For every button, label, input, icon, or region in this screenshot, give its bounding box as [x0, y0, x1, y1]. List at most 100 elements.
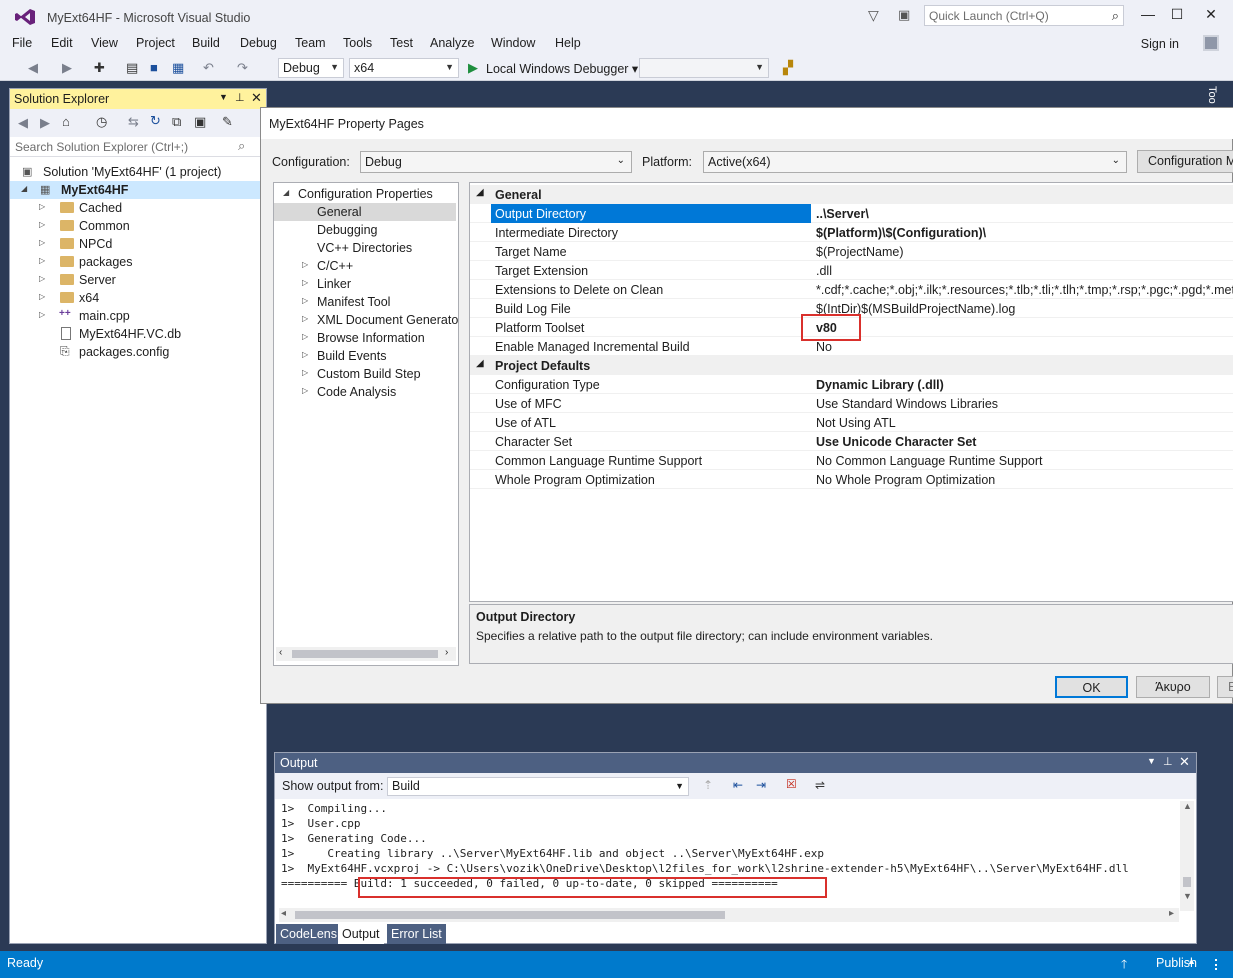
menu-debug[interactable]: Debug [240, 36, 277, 50]
filter-icon[interactable]: ▽ [868, 7, 879, 24]
configuration-manager-button[interactable]: Configuration Manager... [1137, 150, 1233, 173]
save-all-icon[interactable]: ▦ [172, 60, 184, 76]
minimize-button[interactable]: — [1134, 6, 1162, 26]
category-general[interactable]: ◢ General [470, 185, 1233, 204]
menu-view[interactable]: View [91, 36, 118, 50]
tree-item-general[interactable]: General [274, 203, 456, 221]
tree-item-browse-information[interactable]: ▷ Browse Information [274, 329, 458, 347]
prop-intermediate-directory[interactable]: Intermediate Directory $(Platform)\$(Con… [470, 223, 1233, 242]
feedback-icon[interactable]: ▣ [898, 7, 910, 23]
prop-whole-program-optimization[interactable]: Whole Program Optimization No Whole Prog… [470, 470, 1233, 489]
output-horizontal-scrollbar[interactable]: ◂ ▸ [279, 908, 1179, 922]
chevron-right-icon[interactable]: ▷ [302, 368, 308, 377]
chevron-right-icon[interactable]: ▷ [39, 256, 45, 265]
menu-project[interactable]: Project [136, 36, 175, 50]
tree-item-packages[interactable]: ▷ packages [10, 253, 266, 271]
avatar[interactable] [1203, 35, 1219, 51]
category-project-defaults[interactable]: ◢ Project Defaults [470, 356, 1233, 375]
tree-item-build-events[interactable]: ▷ Build Events [274, 347, 458, 365]
scroll-up-icon[interactable]: ▲ [1183, 801, 1192, 811]
chevron-right-icon[interactable]: ▷ [302, 278, 308, 287]
solution-platform-select[interactable]: x64 ▼ [349, 58, 459, 78]
scrollbar-thumb[interactable] [295, 911, 725, 919]
configuration-select[interactable]: Debug ⌄ [360, 151, 632, 173]
chevron-right-icon[interactable]: ▷ [302, 260, 308, 269]
chevron-right-icon[interactable]: ▷ [302, 386, 308, 395]
prop-target-name[interactable]: Target Name $(ProjectName) [470, 242, 1233, 261]
tree-item-configuration-properties[interactable]: ◢ Configuration Properties [274, 185, 458, 203]
chevron-right-icon[interactable]: ▷ [39, 202, 45, 211]
forward-icon[interactable]: ▶ [62, 60, 72, 76]
prop-output-directory[interactable]: Output Directory ..\Server\ [470, 204, 1233, 223]
forward-icon[interactable]: ▶ [40, 115, 50, 131]
chevron-right-icon[interactable]: ▷ [302, 314, 308, 323]
pin-icon[interactable]: ⊥ [235, 91, 245, 104]
scroll-right-icon[interactable]: ▸ [1169, 908, 1174, 919]
chevron-right-icon[interactable]: ▷ [39, 220, 45, 229]
tree-item-packages-config[interactable]: ⎘ packages.config [10, 343, 266, 361]
prop-clr-support[interactable]: Common Language Runtime Support No Commo… [470, 451, 1233, 470]
back-icon[interactable]: ◀ [28, 60, 38, 76]
open-file-icon[interactable]: ▤ [126, 60, 138, 76]
scroll-right-icon[interactable]: › [445, 647, 448, 658]
tree-horizontal-scrollbar[interactable]: ‹ › [276, 647, 456, 661]
cancel-button[interactable]: Άκυρο [1136, 676, 1210, 698]
menu-help[interactable]: Help [555, 36, 581, 50]
chevron-right-icon[interactable]: ▷ [39, 274, 45, 283]
tree-item-manifest-tool[interactable]: ▷ Manifest Tool [274, 293, 458, 311]
scroll-down-icon[interactable]: ▼ [1183, 891, 1192, 901]
quick-launch-input[interactable]: Quick Launch (Ctrl+Q) ⌕ [924, 5, 1124, 26]
history-icon[interactable]: ◷ [96, 114, 107, 130]
chevron-down-icon[interactable]: ◢ [476, 187, 484, 198]
pin-icon[interactable]: ⊥ [1163, 755, 1173, 768]
tree-item-vc-directories[interactable]: VC++ Directories [274, 239, 458, 257]
tree-item-cached[interactable]: ▷ Cached [10, 199, 266, 217]
prop-character-set[interactable]: Character Set Use Unicode Character Set [470, 432, 1233, 451]
solution-explorer-search-input[interactable]: Search Solution Explorer (Ctrl+;) ⌕ [10, 137, 266, 157]
prop-configuration-type[interactable]: Configuration Type Dynamic Library (.dll… [470, 375, 1233, 394]
menu-team[interactable]: Team [295, 36, 326, 50]
tab-output[interactable]: Output [338, 924, 384, 944]
chevron-right-icon[interactable]: ▷ [302, 296, 308, 305]
word-wrap-icon[interactable]: ⇌ [815, 778, 825, 792]
chevron-down-icon[interactable]: ◢ [283, 188, 289, 197]
back-icon[interactable]: ◀ [18, 115, 28, 131]
menu-analyze[interactable]: Analyze [430, 36, 474, 50]
chevron-up-icon[interactable]: ▲ [1187, 956, 1196, 966]
debug-target-select[interactable]: ▼ [639, 58, 769, 78]
tree-item-npcd[interactable]: ▷ NPCd [10, 235, 266, 253]
menu-tools[interactable]: Tools [343, 36, 372, 50]
chevron-right-icon[interactable]: ▷ [39, 238, 45, 247]
chevron-right-icon[interactable]: ▷ [39, 292, 45, 301]
prop-use-of-atl[interactable]: Use of ATL Not Using ATL [470, 413, 1233, 432]
scrollbar-thumb[interactable] [1183, 877, 1191, 887]
ok-button[interactable]: OK [1055, 676, 1128, 698]
tree-item-server[interactable]: ▷ Server [10, 271, 266, 289]
show-all-files-icon[interactable]: ▣ [194, 114, 206, 130]
tree-item-x64[interactable]: ▷ x64 [10, 289, 266, 307]
scrollbar-thumb[interactable] [292, 650, 438, 658]
close-icon[interactable]: ✕ [1179, 754, 1190, 770]
sync-icon[interactable]: ⇆ [128, 114, 139, 130]
menu-build[interactable]: Build [192, 36, 220, 50]
prop-use-of-mfc[interactable]: Use of MFC Use Standard Windows Librarie… [470, 394, 1233, 413]
tab-error-list[interactable]: Error List [387, 924, 446, 944]
undo-icon[interactable]: ↶ [203, 60, 214, 76]
redo-icon[interactable]: ↷ [237, 60, 248, 76]
save-icon[interactable]: ■ [150, 60, 158, 75]
next-message-icon[interactable]: ⇥ [756, 778, 766, 792]
new-project-icon[interactable]: ✚ [94, 60, 105, 76]
tree-item-custom-build-step[interactable]: ▷ Custom Build Step [274, 365, 458, 383]
prev-message-icon[interactable]: ⇤ [733, 778, 743, 792]
chevron-right-icon[interactable]: ▷ [39, 310, 45, 319]
solution-node[interactable]: ▣ Solution 'MyExt64HF' (1 project) [10, 163, 266, 181]
properties-icon[interactable]: ✎ [222, 114, 233, 130]
output-source-select[interactable]: Build ▼ [387, 777, 689, 796]
menu-window[interactable]: Window [491, 36, 535, 50]
collapse-all-icon[interactable]: ⧉ [172, 114, 181, 130]
dropdown-icon[interactable]: ▼ [1147, 756, 1156, 766]
menu-test[interactable]: Test [390, 36, 413, 50]
home-icon[interactable]: ⌂ [62, 114, 70, 129]
close-icon[interactable]: ✕ [251, 90, 262, 106]
tree-item-linker[interactable]: ▷ Linker [274, 275, 458, 293]
